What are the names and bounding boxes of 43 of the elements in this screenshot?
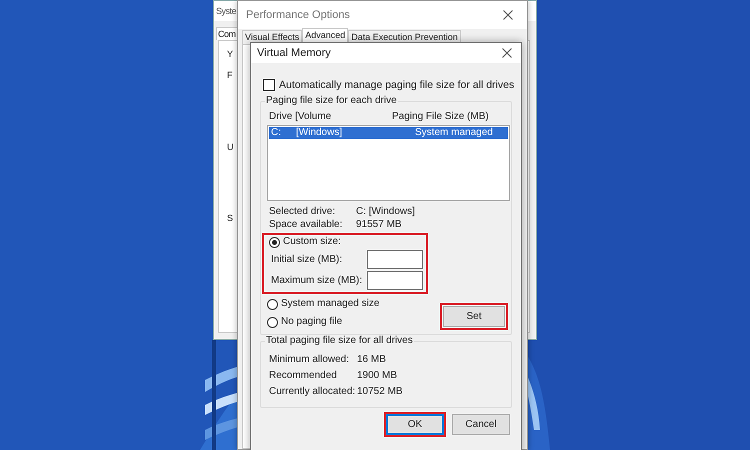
volume-name: [Windows] [296, 127, 344, 139]
tab[interactable]: Com [216, 27, 238, 40]
drive-letter: C: [271, 127, 282, 139]
radio-button[interactable] [267, 298, 278, 310]
info-value: C: [Windows] [356, 206, 416, 218]
total-label: Recommended [269, 370, 338, 382]
radio-button[interactable] [267, 316, 278, 328]
total-value: 1900 MB [357, 370, 398, 382]
column-header: Paging File Size (MB) [392, 111, 489, 123]
total-label: Minimum allowed: [269, 354, 350, 366]
section-label: S [227, 213, 233, 225]
group-title: Paging file size for each drive [265, 95, 398, 107]
info-label: Space available: [269, 219, 344, 231]
group-title: Total paging file size for all drives [265, 335, 414, 347]
radio-button[interactable] [269, 236, 280, 248]
radio-label[interactable]: System managed size [281, 298, 380, 310]
input-field[interactable] [367, 250, 423, 269]
checkbox-label[interactable]: Automatically manage paging file size for all drives [279, 79, 514, 91]
window-title: Syste [216, 6, 236, 16]
radio-label[interactable]: Custom size: [283, 236, 341, 248]
cancel-button[interactable]: Cancel [452, 414, 510, 435]
close-icon[interactable] [503, 10, 513, 20]
dialog-title: Virtual Memory [257, 47, 331, 59]
field-label: Initial size (MB): [271, 254, 342, 266]
window-title: Performance Options [246, 9, 350, 21]
column-header: Drive [Volume [269, 111, 332, 123]
section-label: Y [227, 49, 233, 61]
radio-label[interactable]: No paging file [281, 316, 342, 328]
field-label: Maximum size (MB): [271, 274, 362, 286]
section-label: F [227, 70, 232, 82]
info-value: 91557 MB [356, 219, 403, 231]
checkbox[interactable] [263, 79, 275, 91]
list-row[interactable]: C: [Windows] System managed [269, 127, 508, 139]
set-button[interactable]: Set [443, 306, 505, 327]
total-value: 10752 MB [357, 386, 404, 398]
ok-button[interactable]: OK [386, 414, 444, 435]
info-label: Selected drive: [269, 206, 336, 218]
paging-size: System managed [415, 127, 493, 139]
section-label: U [227, 142, 233, 154]
close-icon[interactable] [502, 48, 512, 58]
input-field[interactable] [367, 271, 423, 290]
total-value: 16 MB [357, 354, 387, 366]
total-label: Currently allocated: [269, 386, 356, 398]
